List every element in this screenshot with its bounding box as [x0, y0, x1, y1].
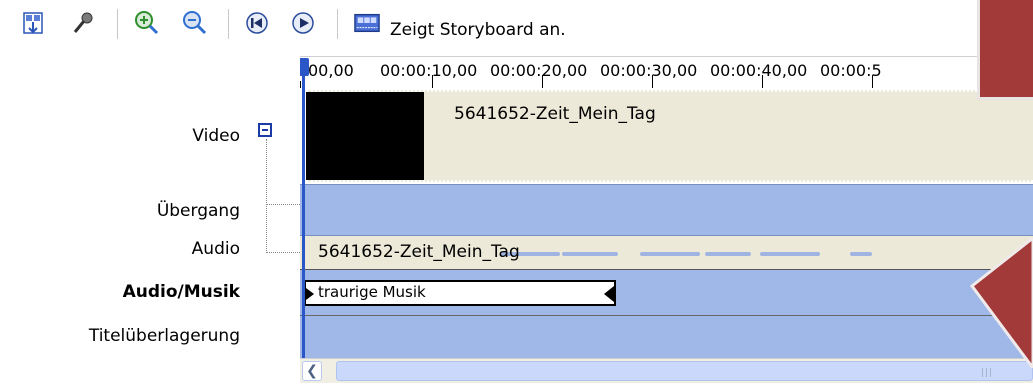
playhead[interactable] — [300, 58, 309, 358]
ruler-label: 00:00:10,00 — [380, 61, 478, 80]
narrate-mic-icon[interactable] — [70, 10, 96, 36]
audio-waveform — [705, 252, 751, 256]
audio-clip-title[interactable]: 5641652-Zeit_Mein_Tag — [318, 242, 520, 262]
ruler-tick — [542, 75, 543, 89]
title-overlay-track[interactable] — [300, 316, 1033, 358]
video-track: 5641652-Zeit_Mein_Tag — [300, 88, 1033, 184]
music-track-label: Audio/Musik — [122, 282, 240, 302]
scrollbar-grip-icon: ||| — [981, 368, 994, 378]
zoom-out-icon[interactable] — [182, 10, 208, 36]
ruler-tick — [872, 75, 873, 89]
zoom-in-icon[interactable] — [134, 10, 160, 36]
audio-waveform — [562, 252, 618, 256]
audio-waveform — [640, 252, 700, 256]
ruler-label: 00:00:40,00 — [710, 61, 808, 80]
track-label-panel: Video Übergang Audio Audio/Musik Titelüb… — [0, 56, 300, 389]
transition-track-label: Übergang — [156, 201, 240, 221]
play-icon[interactable] — [290, 10, 316, 36]
audio-waveform — [760, 252, 820, 256]
video-track-label: Video — [192, 126, 240, 146]
music-track: traurige Musik — [300, 270, 1033, 316]
scrollbar-thumb[interactable]: ||| — [336, 361, 1033, 381]
video-thumbnail — [306, 92, 424, 180]
time-ruler[interactable]: 00,00 00:00:10,00 00:00:20,00 00:00:30,0… — [300, 56, 1033, 89]
storyboard-icon[interactable] — [354, 10, 380, 36]
ruler-tick — [652, 75, 653, 89]
music-clip-title: traurige Musik — [318, 283, 426, 301]
playhead-handle[interactable] — [300, 58, 309, 76]
scroll-left-button[interactable]: ❮ — [302, 361, 322, 381]
timeline-toolbar: Zeigt Storyboard an. — [0, 0, 1033, 56]
horizontal-scrollbar[interactable]: ❮ ||| — [300, 358, 1033, 383]
toolbar-separator — [337, 9, 338, 39]
video-clip-title: 5641652-Zeit_Mein_Tag — [454, 104, 656, 124]
storyboard-toggle-label[interactable]: Zeigt Storyboard an. — [390, 20, 566, 40]
ruler-label: 00:00:30,00 — [600, 61, 698, 80]
ruler-label: 00,00 — [308, 61, 354, 80]
ruler-label: 00:00:20,00 — [490, 61, 588, 80]
storyboard-toggle-icon[interactable] — [20, 10, 46, 36]
music-clip[interactable]: traurige Musik — [304, 280, 616, 306]
video-clip[interactable]: 5641652-Zeit_Mein_Tag — [306, 90, 1033, 182]
transition-track[interactable] — [300, 184, 1033, 236]
timeline-area: 00,00 00:00:10,00 00:00:20,00 00:00:30,0… — [300, 56, 1033, 389]
toolbar-separator — [228, 9, 229, 39]
red-overlay-block — [977, 0, 1033, 100]
toolbar-separator — [117, 9, 118, 39]
tree-connector — [266, 252, 300, 253]
audio-track-label: Audio — [191, 239, 240, 259]
audio-track: 5641652-Zeit_Mein_Tag — [300, 236, 1033, 270]
title-overlay-track-label: Titelüberlagerung — [88, 326, 240, 346]
tree-connector — [266, 204, 300, 205]
rewind-icon[interactable] — [244, 10, 270, 36]
red-arrow-overlay — [969, 238, 1033, 368]
ruler-tick — [432, 75, 433, 89]
tree-connector — [266, 139, 267, 253]
audio-waveform — [850, 252, 872, 256]
collapse-video-icon[interactable] — [258, 123, 272, 137]
ruler-tick — [762, 75, 763, 89]
